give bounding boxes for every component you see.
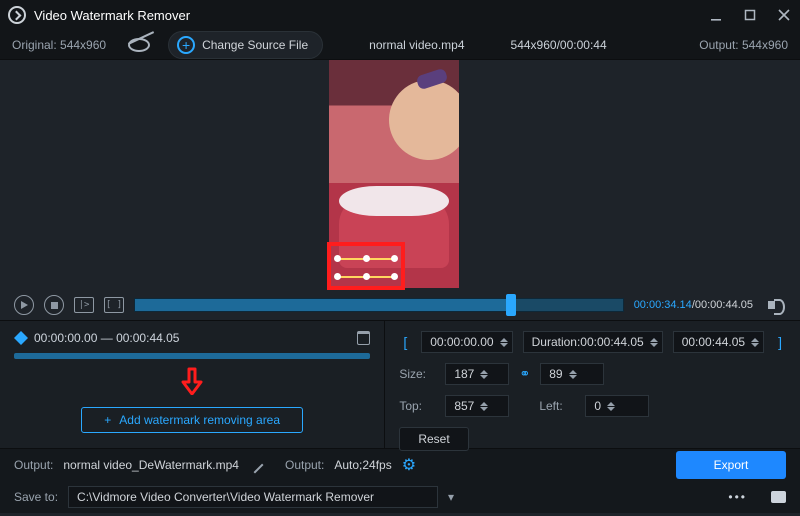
titlebar: Video Watermark Remover — [0, 0, 800, 30]
output-resolution: Output: 544x960 — [699, 38, 788, 52]
source-resolution-time: 544x960/00:00:44 — [511, 38, 607, 52]
output-format-value: Auto;24fps — [334, 458, 391, 472]
top-field[interactable]: 857 — [445, 395, 509, 417]
timeline-knob[interactable] — [506, 294, 516, 316]
watermark-clip-row[interactable]: 00:00:00.00 — 00:00:44.05 — [14, 331, 370, 345]
size-label: Size: — [399, 367, 435, 381]
output-format-label: Output: — [285, 458, 324, 472]
delete-clip-button[interactable] — [357, 331, 370, 345]
clip-bar[interactable] — [14, 353, 370, 359]
left-field[interactable]: 0 — [585, 395, 649, 417]
output-file-label: Output: — [14, 458, 53, 472]
play-button[interactable] — [14, 295, 34, 315]
clip-range: 00:00:00.00 — 00:00:44.05 — [34, 331, 179, 345]
size-width-field[interactable]: 187 — [445, 363, 509, 385]
link-aspect-icon[interactable]: ⚭ — [519, 366, 530, 382]
save-to-label: Save to: — [14, 490, 58, 504]
preview-toggle-icon[interactable] — [128, 38, 150, 52]
duration-field[interactable]: Duration:00:00:44.05 — [523, 331, 663, 353]
plus-icon: + — [104, 413, 111, 427]
trim-end-bracket[interactable]: ] — [774, 334, 786, 350]
top-label: Top: — [399, 399, 435, 413]
change-source-button[interactable]: + Change Source File — [168, 31, 323, 59]
add-watermark-area-button[interactable]: + Add watermark removing area — [81, 407, 303, 433]
reset-button[interactable]: Reset — [399, 427, 468, 451]
save-path-field[interactable]: C:\Vidmore Video Converter\Video Waterma… — [68, 486, 438, 508]
bottom-bar: Output: normal video_DeWatermark.mp4 Out… — [0, 448, 800, 513]
volume-icon[interactable] — [768, 297, 786, 313]
source-filename: normal video.mp4 — [369, 38, 464, 52]
settings-gear-icon[interactable]: ⚙ — [402, 455, 416, 475]
export-button[interactable]: Export — [676, 451, 786, 479]
duration-end-field[interactable]: 00:00:44.05 — [673, 331, 764, 353]
stop-button[interactable] — [44, 295, 64, 315]
minimize-button[interactable] — [708, 7, 724, 23]
window-title: Video Watermark Remover — [34, 8, 190, 23]
guide-arrow-icon — [179, 367, 205, 395]
playback-controls: |> [ ] 00:00:34.14/00:00:44.05 — [0, 290, 800, 320]
trim-start-bracket[interactable]: [ — [399, 334, 411, 350]
duration-start-field[interactable]: 00:00:00.00 — [421, 331, 512, 353]
open-folder-icon[interactable] — [771, 491, 786, 503]
save-path-dropdown-icon[interactable]: ▾ — [448, 490, 454, 504]
app-logo-icon — [8, 6, 26, 24]
add-watermark-label: Add watermark removing area — [119, 413, 280, 427]
close-button[interactable] — [776, 7, 792, 23]
step-forward-button[interactable]: |> — [74, 297, 94, 313]
more-options-button[interactable]: ••• — [728, 490, 747, 504]
watermark-icon — [14, 331, 28, 345]
timeline-track[interactable] — [134, 298, 624, 312]
size-height-field[interactable]: 89 — [540, 363, 604, 385]
watermark-areas-panel: 00:00:00.00 — 00:00:44.05 + Add watermar… — [0, 320, 385, 448]
watermark-properties-panel: [ 00:00:00.00 Duration:00:00:44.05 00:00… — [385, 320, 800, 448]
maximize-button[interactable] — [742, 7, 758, 23]
timecode: 00:00:34.14/00:00:44.05 — [634, 299, 753, 311]
output-file-name: normal video_DeWatermark.mp4 — [63, 458, 239, 472]
original-label: Original: 544x960 — [12, 38, 106, 52]
source-bar: Original: 544x960 + Change Source File n… — [0, 30, 800, 60]
left-label: Left: — [539, 399, 575, 413]
change-source-label: Change Source File — [202, 38, 308, 52]
plus-circle-icon: + — [177, 36, 195, 54]
edit-output-name-icon[interactable] — [246, 457, 263, 474]
crop-button[interactable]: [ ] — [104, 297, 124, 313]
selection-annotation[interactable] — [327, 242, 405, 290]
